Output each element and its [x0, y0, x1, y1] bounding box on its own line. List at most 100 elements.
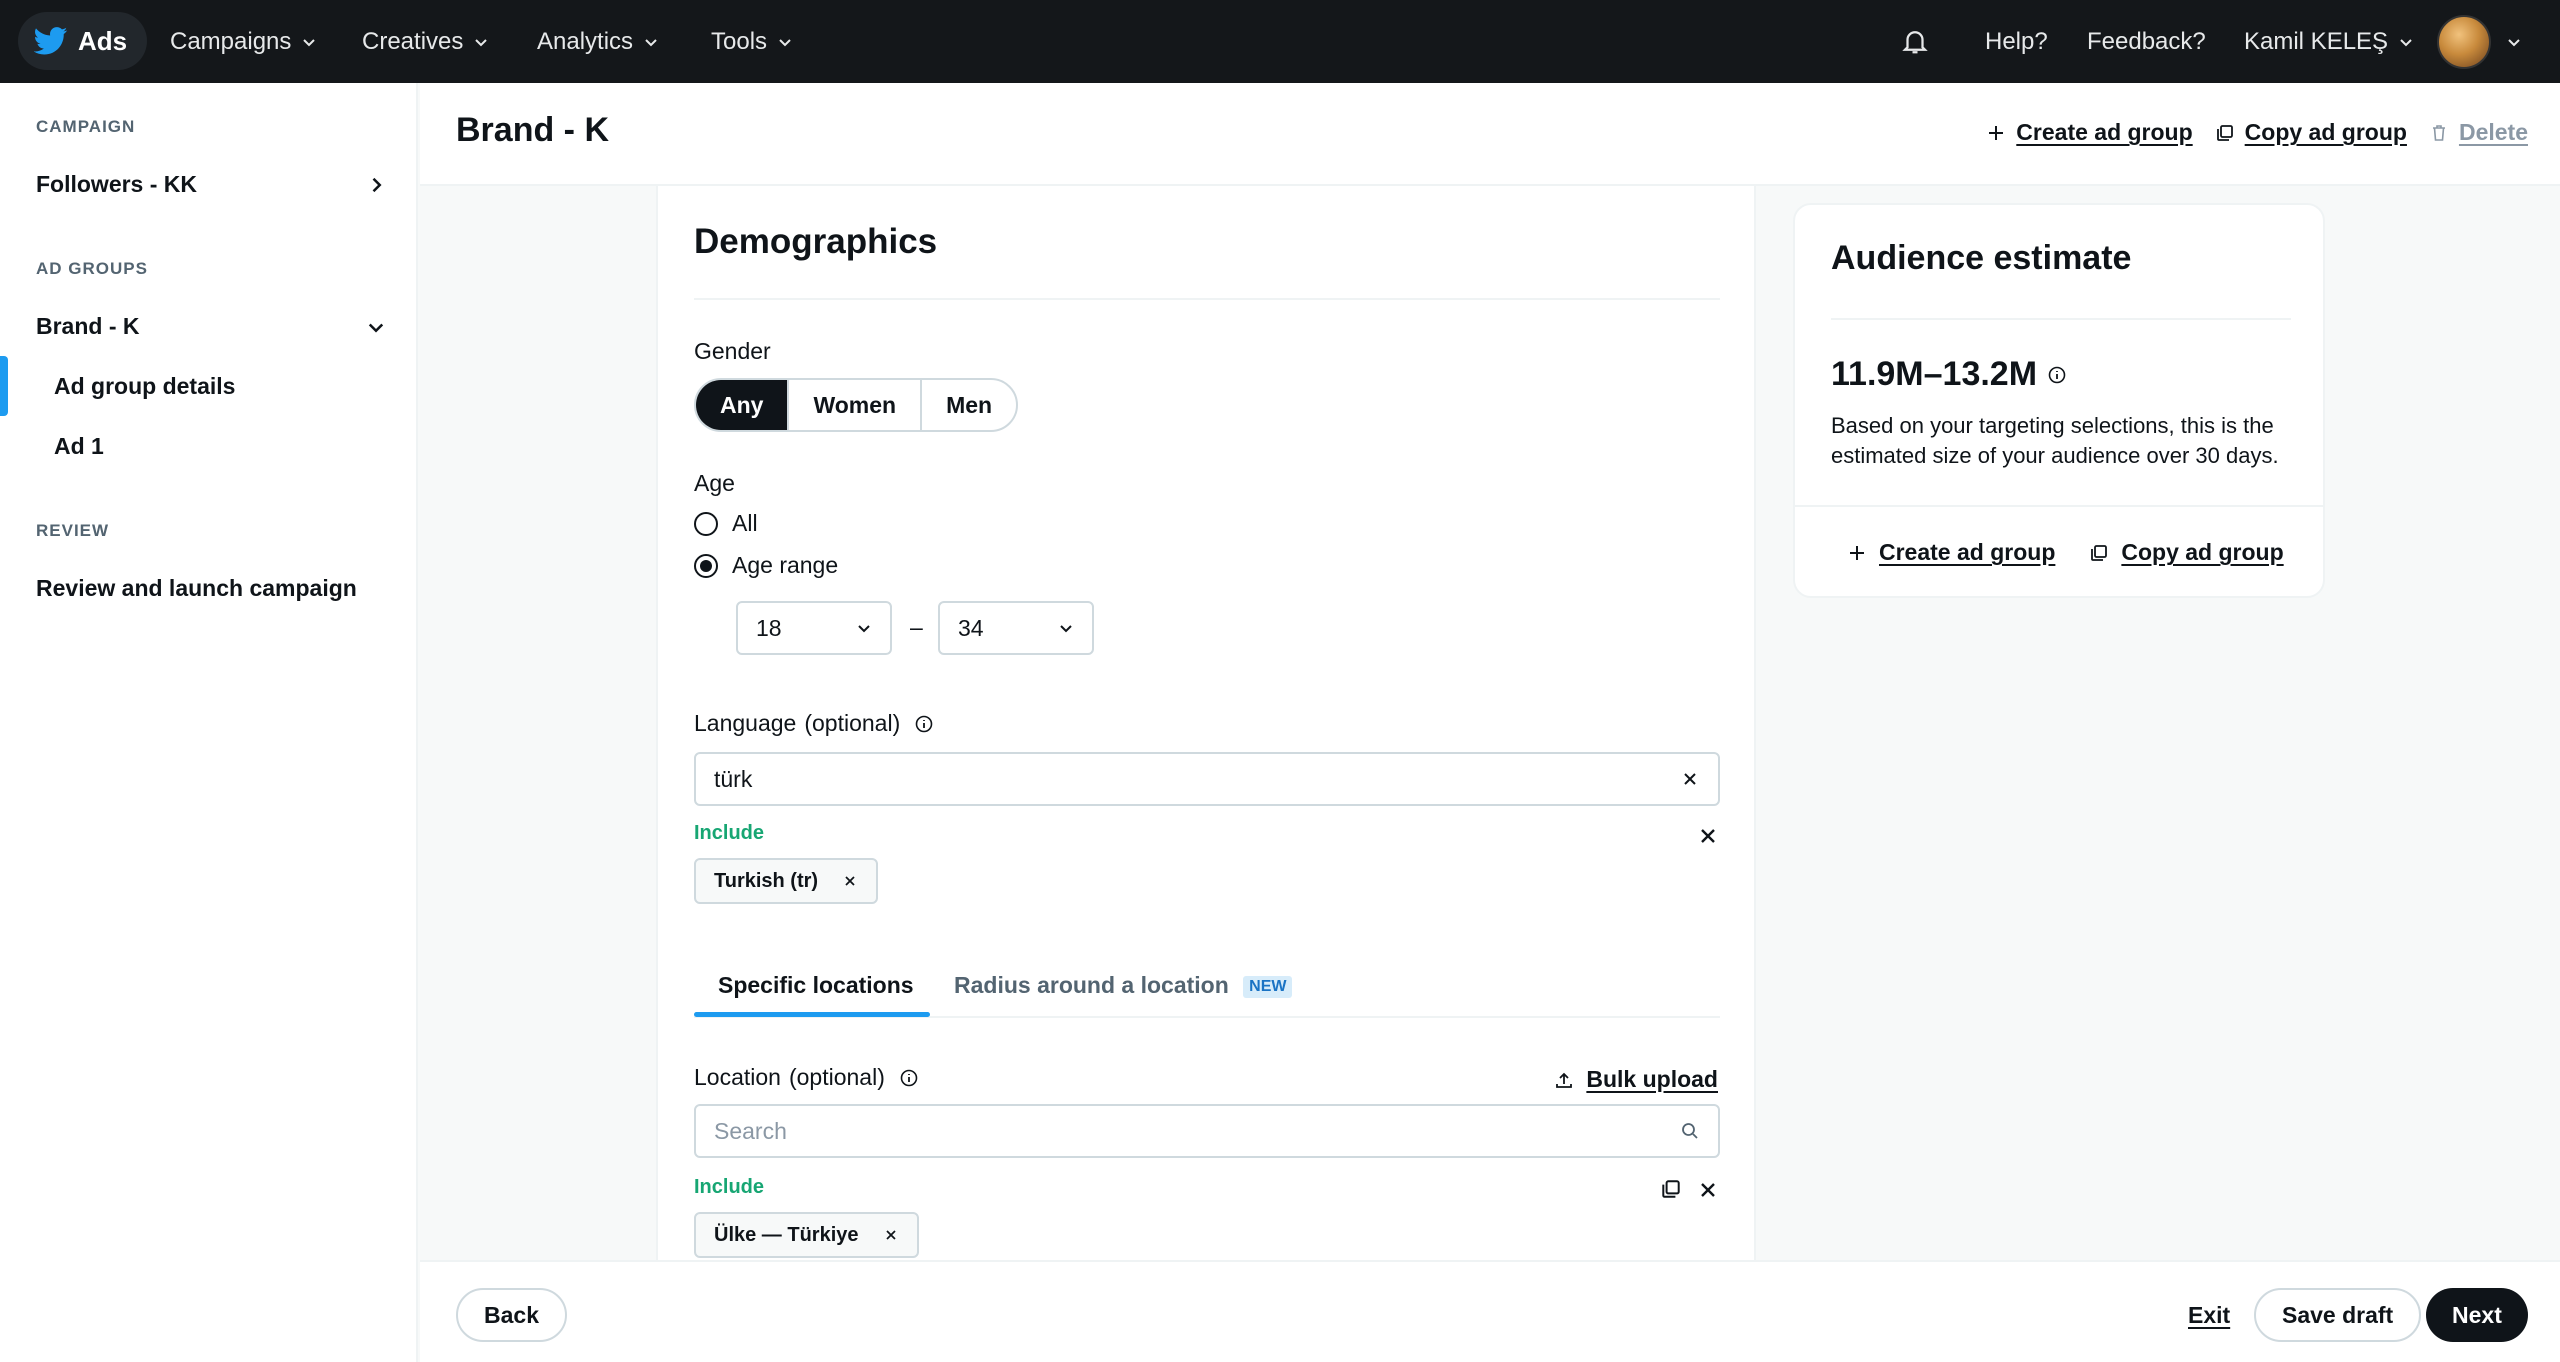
location-label-text: Location [694, 1064, 781, 1090]
age-range-dash: – [910, 614, 923, 640]
location-chip-label: Ülke — Türkiye [714, 1223, 859, 1246]
chevron-down-icon [858, 625, 870, 633]
location-optional: (optional) [788, 1064, 885, 1090]
copy-icon [2216, 124, 2233, 141]
ads-home-button[interactable]: Ads [18, 12, 148, 70]
age-range-radio[interactable]: Age range [694, 552, 838, 579]
age-range-label: Age range [732, 552, 839, 578]
nav-tools-label: Tools [711, 27, 768, 55]
active-tab-indicator [694, 1012, 930, 1017]
language-chip: Turkish (tr) [694, 858, 879, 904]
info-icon[interactable] [2047, 365, 2067, 385]
language-include-label: Include [694, 822, 765, 844]
copy-icon[interactable] [1660, 1178, 1682, 1200]
age-all-radio[interactable]: All [694, 510, 758, 537]
clear-icon[interactable] [1680, 769, 1700, 789]
nav-tools[interactable]: Tools [711, 0, 793, 83]
divider [1831, 318, 2291, 320]
create-ad-group-button[interactable]: Create ad group [1847, 539, 2055, 566]
demographics-title: Demographics [694, 222, 938, 261]
age-to-value: 34 [958, 614, 984, 641]
nav-creatives[interactable]: Creatives [362, 0, 489, 83]
user-name: Kamil KELEŞ [2244, 27, 2389, 55]
audience-actions: Create ad group Copy ad group [1847, 539, 2284, 566]
footer-bar: Back Exit Save draft Next [420, 1260, 2560, 1362]
new-badge: NEW [1243, 975, 1293, 998]
gender-men-option[interactable]: Men [922, 380, 1016, 430]
notifications-bell-icon[interactable] [1900, 26, 1930, 56]
info-icon[interactable] [899, 1068, 919, 1088]
audience-estimate-description: Based on your targeting selections, this… [1831, 413, 2279, 468]
chevron-down-icon [2400, 38, 2412, 46]
close-icon[interactable] [1696, 824, 1720, 848]
tab-radius-location[interactable]: Radius around a location NEW [954, 972, 1293, 999]
help-link[interactable]: Help? [1985, 0, 2048, 83]
delete-button[interactable]: Delete [2429, 119, 2528, 146]
remove-chip-icon[interactable] [842, 873, 858, 889]
copy-ad-group-button[interactable]: Copy ad group [2089, 539, 2284, 566]
twitter-bird-icon [34, 27, 68, 55]
audience-estimate-card: Audience estimate 11.9M–13.2M Based on y… [1793, 203, 2325, 598]
plus-icon [1989, 125, 2004, 140]
create-ad-group-label: Create ad group [2016, 119, 2193, 145]
active-indicator [0, 356, 8, 416]
upload-icon [1556, 1072, 1573, 1088]
chevron-down-icon [303, 38, 316, 46]
nav-analytics[interactable]: Analytics [537, 0, 659, 83]
language-input-value: türk [714, 765, 753, 792]
divider [1795, 505, 2323, 507]
tab-specific-locations[interactable]: Specific locations [718, 972, 914, 999]
audience-estimate-title: Audience estimate [1831, 239, 2132, 277]
page-header: Brand - K Create ad group Copy ad group … [420, 83, 2560, 186]
header-actions: Create ad group Copy ad group Delete [1986, 119, 2528, 146]
nav-campaigns[interactable]: Campaigns [170, 0, 317, 83]
sidebar-item-adgroup-details[interactable]: Ad group details [54, 373, 235, 400]
create-ad-group-label: Create ad group [1879, 539, 2056, 565]
gender-any-option[interactable]: Any [696, 380, 790, 430]
age-from-select[interactable]: 18 [736, 601, 892, 655]
chevron-down-icon [368, 323, 384, 333]
back-button[interactable]: Back [456, 1288, 567, 1342]
sidebar-item-adgroup[interactable]: Brand - K [36, 313, 386, 340]
save-draft-button[interactable]: Save draft [2254, 1288, 2422, 1342]
create-ad-group-button[interactable]: Create ad group [1986, 119, 2193, 146]
gender-women-option[interactable]: Women [789, 380, 923, 430]
language-label: Language (optional) [694, 710, 934, 737]
info-icon[interactable] [914, 714, 934, 734]
remove-chip-icon[interactable] [883, 1227, 899, 1243]
chevron-down-icon[interactable] [2506, 34, 2522, 50]
sidebar-item-review[interactable]: Review and launch campaign [36, 575, 357, 602]
radio-checked [694, 553, 718, 578]
location-search-input[interactable]: Search [694, 1104, 1720, 1158]
chevron-down-icon [475, 38, 488, 46]
exit-link[interactable]: Exit [2188, 1302, 2230, 1329]
location-tabs: Specific locations Radius around a locat… [694, 972, 1720, 1018]
bulk-upload-button[interactable]: Bulk upload [1554, 1066, 1718, 1093]
feedback-link[interactable]: Feedback? [2087, 0, 2206, 83]
review-section-label: REVIEW [36, 521, 110, 540]
location-chip: Ülke — Türkiye [694, 1212, 919, 1258]
language-input[interactable]: türk [694, 752, 1720, 806]
copy-icon [2091, 544, 2108, 561]
chevron-down-icon [645, 38, 657, 46]
trash-icon [2432, 124, 2445, 141]
sidebar-item-ad1[interactable]: Ad 1 [54, 433, 104, 460]
copy-ad-group-label: Copy ad group [2121, 539, 2284, 565]
copy-ad-group-label: Copy ad group [2244, 119, 2407, 145]
account-menu[interactable]: Kamil KELEŞ [2244, 0, 2414, 83]
age-to-select[interactable]: 34 [938, 601, 1094, 655]
location-include-label: Include [694, 1176, 765, 1198]
page-title: Brand - K [456, 111, 609, 149]
help-label: Help? [1985, 27, 2048, 55]
close-icon[interactable] [1696, 1178, 1720, 1202]
copy-ad-group-button[interactable]: Copy ad group [2215, 119, 2407, 146]
campaign-name: Followers - KK [36, 171, 198, 197]
feedback-label: Feedback? [2087, 27, 2206, 55]
avatar[interactable] [2437, 15, 2491, 69]
language-label-text: Language [694, 710, 797, 736]
sidebar-item-campaign[interactable]: Followers - KK [36, 171, 386, 198]
brand-label: Ads [78, 25, 128, 56]
next-button[interactable]: Next [2426, 1288, 2528, 1342]
location-label: Location (optional) [694, 1064, 919, 1091]
adgroup-name: Brand - K [36, 313, 140, 339]
